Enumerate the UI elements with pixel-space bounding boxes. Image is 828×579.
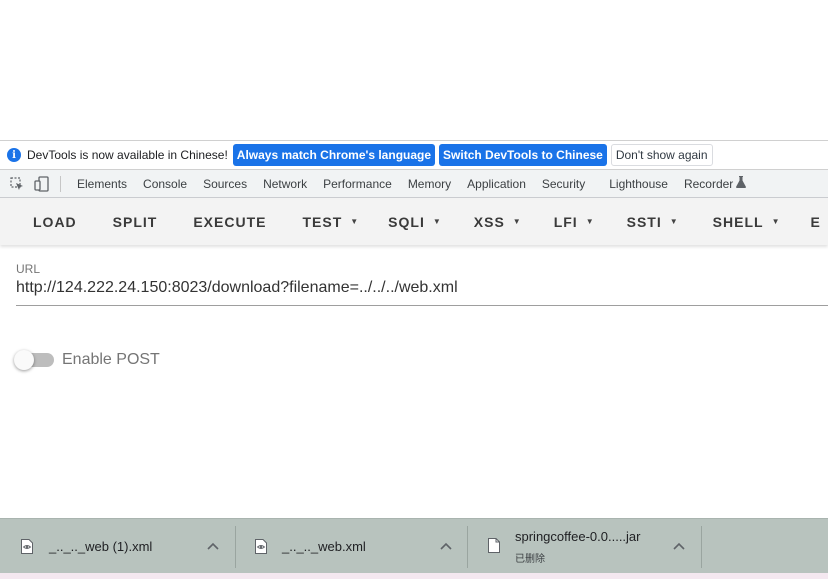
enable-post-toggle[interactable] — [14, 350, 54, 370]
chevron-up-icon[interactable] — [673, 542, 685, 550]
download-status: 已删除 — [515, 554, 545, 565]
xss-label: XSS — [473, 213, 505, 230]
file-icon — [488, 538, 500, 553]
tab-console[interactable]: Console — [135, 177, 195, 191]
tab-elements[interactable]: Elements — [69, 177, 135, 191]
caret-down-icon: ▼ — [669, 217, 679, 226]
caret-down-icon: ▼ — [432, 217, 442, 226]
shell-label: SHELL — [712, 213, 764, 230]
download-item[interactable]: _.._.._web (1).xml — [0, 519, 236, 574]
device-toolbar-icon[interactable] — [34, 175, 50, 192]
xss-dropdown[interactable]: XSS ▼ — [465, 214, 531, 230]
hackbar-toolbar: LOAD SPLIT EXECUTE TEST ▼ SQLI ▼ XSS ▼ LFI ▼… — [0, 198, 828, 245]
download-filename: _.._.._web (1).xml — [49, 539, 153, 554]
ssti-label: SSTI — [626, 213, 662, 230]
tab-application[interactable]: Application — [459, 177, 534, 191]
tab-recorder[interactable]: Recorder — [676, 177, 736, 191]
info-icon: i — [7, 148, 21, 162]
switch-to-chinese-button[interactable]: Switch DevTools to Chinese — [439, 144, 607, 166]
tab-sources[interactable]: Sources — [195, 177, 255, 191]
caret-down-icon: ▼ — [350, 217, 360, 226]
chevron-up-icon[interactable] — [440, 542, 452, 550]
caret-down-icon: ▼ — [585, 217, 595, 226]
download-filename: _.._.._web.xml — [282, 539, 366, 554]
download-item[interactable]: springcoffee-0.0.....jar 已删除 — [468, 519, 702, 574]
dont-show-again-button[interactable]: Don't show again — [610, 144, 713, 166]
lfi-dropdown[interactable]: LFI ▼ — [545, 214, 604, 230]
split-button[interactable]: SPLIT — [104, 214, 167, 230]
tab-performance[interactable]: Performance — [315, 177, 400, 191]
test-label: TEST — [302, 213, 343, 230]
download-divider — [701, 526, 702, 568]
split-label: SPLIT — [112, 213, 158, 230]
more-label: E — [810, 213, 821, 230]
url-field-label: URL — [16, 262, 41, 276]
test-dropdown[interactable]: TEST ▼ — [293, 214, 368, 230]
inspect-element-icon[interactable] — [9, 176, 25, 192]
ssti-dropdown[interactable]: SSTI ▼ — [618, 214, 688, 230]
flask-icon — [736, 176, 747, 191]
url-input[interactable]: http://124.222.24.150:8023/download?file… — [16, 279, 458, 297]
tab-network[interactable]: Network — [255, 177, 315, 191]
sqli-dropdown[interactable]: SQLI ▼ — [379, 214, 451, 230]
url-input-underline — [16, 305, 828, 306]
execute-label: EXECUTE — [193, 213, 267, 230]
download-filename: springcoffee-0.0.....jar — [515, 529, 641, 544]
tab-memory[interactable]: Memory — [400, 177, 459, 191]
caret-down-icon: ▼ — [771, 217, 781, 226]
execute-button[interactable]: EXECUTE — [184, 214, 275, 230]
match-chrome-language-button[interactable]: Always match Chrome's language — [232, 144, 436, 166]
load-button[interactable]: LOAD — [24, 214, 86, 230]
tab-security[interactable]: Security — [534, 177, 593, 191]
xml-file-icon — [255, 539, 267, 554]
tab-lighthouse[interactable]: Lighthouse — [601, 177, 676, 191]
lfi-label: LFI — [553, 213, 578, 230]
shell-dropdown[interactable]: SHELL ▼ — [704, 214, 790, 230]
more-dropdown-cut-off[interactable]: E — [801, 214, 828, 230]
download-item[interactable]: _.._.._web.xml — [236, 519, 468, 574]
toolbar-divider — [60, 175, 61, 192]
devtools-tab-strip: Elements Console Sources Network Perform… — [0, 170, 828, 198]
download-shelf: _.._.._web (1).xml _.._.._web.xml spring… — [0, 518, 828, 574]
sqli-label: SQLI — [388, 213, 425, 230]
load-label: LOAD — [33, 213, 77, 230]
xml-file-icon — [21, 539, 33, 554]
infobar-message: DevTools is now available in Chinese! — [27, 148, 228, 162]
caret-down-icon: ▼ — [512, 217, 522, 226]
chevron-up-icon[interactable] — [207, 542, 219, 550]
enable-post-label: Enable POST — [62, 351, 160, 368]
toggle-thumb — [14, 350, 34, 370]
page-blank-area — [0, 0, 828, 140]
devtools-language-infobar: i DevTools is now available in Chinese! … — [0, 140, 828, 170]
bottom-strip — [0, 573, 828, 579]
